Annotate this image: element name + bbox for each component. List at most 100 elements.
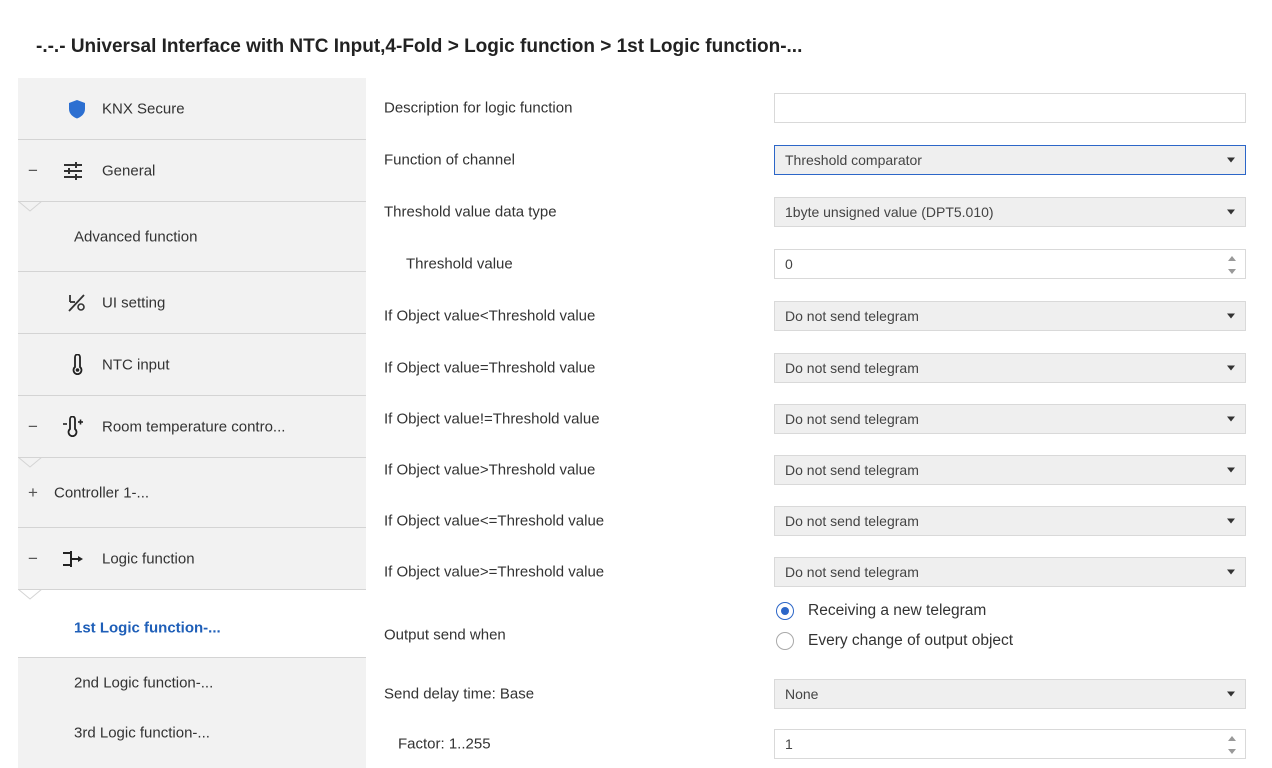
output-send-radio-group: Receiving a new telegram Every change of…: [776, 598, 1246, 670]
radio-label: Every change of output object: [808, 632, 1014, 649]
sidebar-item-advanced-function[interactable]: Advanced function: [18, 201, 366, 272]
chevron-down-icon: [1227, 365, 1235, 371]
thermometer-icon: [72, 353, 83, 375]
sidebar-item-2nd-logic-function[interactable]: 2nd Logic function-...: [18, 658, 366, 708]
ge-action-select[interactable]: Do not send telegram: [774, 557, 1246, 587]
collapse-icon[interactable]: −: [26, 161, 40, 181]
sidebar-item-label: General: [102, 162, 156, 179]
select-value: Do not send telegram: [785, 411, 919, 427]
sidebar-item-controller[interactable]: + Controller 1-...: [18, 457, 366, 528]
sidebar-item-label: 1st Logic function-...: [74, 619, 221, 637]
function-of-channel-select[interactable]: Threshold comparator: [774, 145, 1246, 175]
select-value: Do not send telegram: [785, 308, 919, 324]
chevron-down-icon: [1227, 157, 1235, 163]
select-value: Do not send telegram: [785, 564, 919, 580]
shield-icon: [69, 99, 85, 118]
param-label: Threshold value: [406, 255, 513, 273]
chevron-down-icon: [1227, 416, 1235, 422]
param-label: Threshold value data type: [384, 203, 557, 221]
stepper-value: 1: [785, 736, 793, 752]
sidebar-item-label: NTC input: [102, 356, 170, 373]
parameter-panel: Description for logic function Function …: [366, 78, 1272, 768]
chevron-down-icon: [1227, 569, 1235, 575]
param-row-function-of-channel: Function of channel Threshold comparator: [366, 134, 1272, 186]
param-label: If Object value>=Threshold value: [384, 563, 605, 581]
ui-setting-icon: [68, 293, 85, 312]
page-title: -.-.- Universal Interface with NTC Input…: [36, 36, 803, 57]
param-label: Output send when: [384, 626, 506, 644]
sidebar-item-label: UI setting: [102, 294, 166, 311]
select-value: None: [785, 686, 819, 702]
sidebar-item-1st-logic-function[interactable]: 1st Logic function-...: [18, 589, 366, 658]
param-label: If Object value=Threshold value: [384, 359, 596, 377]
select-value: 1byte unsigned value (DPT5.010): [785, 204, 994, 220]
select-value: Do not send telegram: [785, 462, 919, 478]
radio-selected-icon: [776, 602, 794, 620]
chevron-down-icon: [1227, 209, 1235, 215]
sidebar-item-logic-function[interactable]: − Logic function: [18, 528, 366, 590]
sidebar-item-3rd-logic-function[interactable]: 3rd Logic function-...: [18, 708, 366, 758]
param-row-factor: Factor: 1..255 1: [366, 718, 1272, 768]
param-row-eq: If Object value=Threshold value Do not s…: [366, 342, 1272, 394]
stepper-value: 0: [785, 256, 793, 272]
param-row-ne: If Object value!=Threshold value Do not …: [366, 393, 1272, 445]
chevron-down-icon: [1227, 467, 1235, 473]
param-label: If Object value!=Threshold value: [384, 410, 600, 428]
radio-label: Receiving a new telegram: [808, 602, 987, 619]
eq-action-select[interactable]: Do not send telegram: [774, 353, 1246, 383]
sidebar-item-general[interactable]: − General: [18, 140, 366, 202]
sidebar-item-label: KNX Secure: [102, 100, 185, 117]
param-row-threshold-value: Threshold value 0: [366, 238, 1272, 290]
sidebar-item-room-temperature[interactable]: − Room temperature contro...: [18, 396, 366, 458]
lt-action-select[interactable]: Do not send telegram: [774, 301, 1246, 331]
threshold-value-stepper[interactable]: 0: [774, 249, 1246, 279]
sidebar-item-ui-setting[interactable]: UI setting: [18, 272, 366, 334]
description-input[interactable]: [774, 93, 1246, 123]
tree-notch: [18, 201, 43, 212]
param-label: If Object value>Threshold value: [384, 461, 596, 479]
param-label: Send delay time: Base: [384, 685, 535, 703]
expand-icon[interactable]: +: [26, 483, 40, 503]
chevron-down-icon: [1227, 518, 1235, 524]
spin-arrows-icon[interactable]: [1227, 255, 1237, 275]
select-value: Do not send telegram: [785, 513, 919, 529]
select-value: Threshold comparator: [785, 152, 922, 168]
param-label: Description for logic function: [384, 99, 573, 117]
gt-action-select[interactable]: Do not send telegram: [774, 455, 1246, 485]
param-row-le: If Object value<=Threshold value Do not …: [366, 495, 1272, 547]
chevron-down-icon: [1227, 691, 1235, 697]
spin-arrows-icon[interactable]: [1227, 735, 1237, 755]
radio-unselected-icon: [776, 632, 794, 650]
le-action-select[interactable]: Do not send telegram: [774, 506, 1246, 536]
logic-gate-icon: [63, 550, 83, 567]
sidebar: KNX Secure − General Advanced function U…: [18, 78, 366, 768]
sidebar-item-label: 3rd Logic function-...: [74, 724, 210, 742]
collapse-icon[interactable]: −: [26, 549, 40, 569]
chevron-down-icon: [1227, 313, 1235, 319]
param-row-gt: If Object value>Threshold value Do not s…: [366, 444, 1272, 496]
param-label: Function of channel: [384, 151, 515, 169]
param-row-ge: If Object value>=Threshold value Do not …: [366, 546, 1272, 598]
sidebar-item-label: 2nd Logic function-...: [74, 674, 214, 692]
sidebar-item-label: Advanced function: [74, 228, 198, 245]
tree-notch: [18, 457, 43, 468]
param-row-lt: If Object value<Threshold value Do not s…: [366, 290, 1272, 342]
select-value: Do not send telegram: [785, 360, 919, 376]
sidebar-item-ntc-input[interactable]: NTC input: [18, 334, 366, 396]
factor-stepper[interactable]: 1: [774, 729, 1246, 759]
param-label: If Object value<Threshold value: [384, 307, 596, 325]
ne-action-select[interactable]: Do not send telegram: [774, 404, 1246, 434]
param-row-delay-base: Send delay time: Base None: [366, 668, 1272, 720]
param-row-output-send: Output send when Receiving a new telegra…: [366, 598, 1272, 672]
thermometer-icon: [63, 415, 83, 437]
title-bar: -.-.- Universal Interface with NTC Input…: [0, 0, 1272, 70]
sidebar-item-label: Controller 1-...: [54, 484, 150, 501]
sliders-icon: [64, 161, 82, 180]
delay-base-select[interactable]: None: [774, 679, 1246, 709]
sidebar-item-label: Logic function: [102, 550, 195, 567]
param-row-threshold-data-type: Threshold value data type 1byte unsigned…: [366, 186, 1272, 238]
param-label: Factor: 1..255: [398, 735, 491, 753]
collapse-icon[interactable]: −: [26, 417, 40, 437]
threshold-data-type-select[interactable]: 1byte unsigned value (DPT5.010): [774, 197, 1246, 227]
sidebar-item-knx-secure[interactable]: KNX Secure: [18, 78, 366, 140]
